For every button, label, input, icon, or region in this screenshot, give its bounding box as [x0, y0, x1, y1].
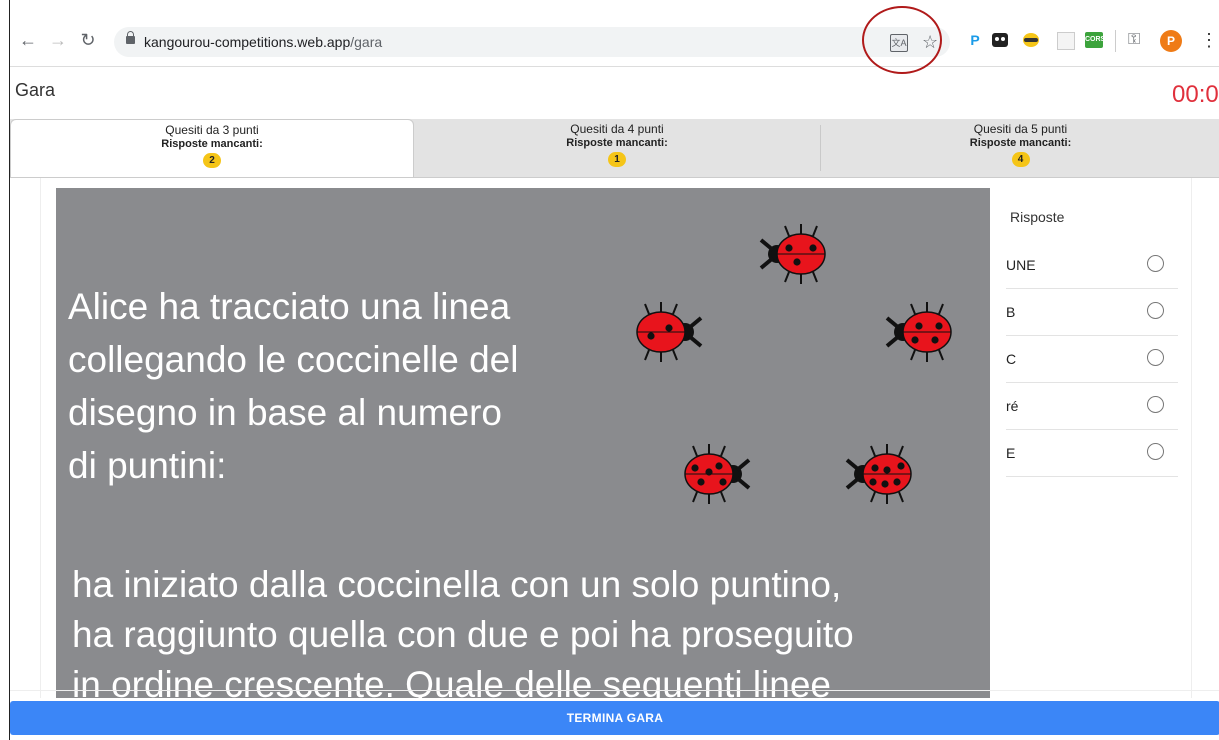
extension-blank-icon[interactable] [1057, 32, 1075, 50]
ladybug-icon [684, 444, 751, 504]
tab-5-points[interactable]: Quesiti da 5 punti Risposte mancanti: 4 [821, 119, 1219, 177]
answer-radio[interactable] [1147, 443, 1164, 460]
reload-icon[interactable]: ↻ [78, 30, 98, 50]
finish-competition-button[interactable]: TERMINA GARA [10, 701, 1219, 735]
ladybug-icon [845, 444, 912, 504]
ladybug-icon [759, 224, 826, 284]
extension-mask-icon[interactable] [990, 30, 1010, 50]
tab-3-points[interactable]: Quesiti da 3 punti Risposte mancanti: 2 [10, 119, 414, 177]
points-tabs: Quesiti da 3 punti Risposte mancanti: 2 … [10, 119, 1219, 178]
tab-4-points[interactable]: Quesiti da 4 punti Risposte mancanti: 1 [414, 119, 820, 177]
lock-icon [126, 31, 135, 44]
answer-option-b[interactable]: B [1006, 289, 1178, 336]
answer-option-a[interactable]: UNE [1006, 242, 1178, 289]
tab-missing-label: Risposte mancanti: [566, 137, 668, 149]
url-host: kangourou-competitions.web.app [144, 34, 351, 50]
tab-title: Quesiti da 5 punti [973, 122, 1068, 136]
question-text-body: ha iniziato dalla coccinella con un solo… [72, 564, 854, 698]
missing-count-badge: 2 [203, 153, 221, 168]
question-text-intro: Alice ha tracciato una linea collegando … [68, 286, 519, 486]
missing-count-badge: 1 [608, 152, 626, 167]
answer-radio[interactable] [1147, 302, 1164, 319]
extension-cors-icon[interactable]: CORS [1085, 32, 1105, 48]
tab-title: Quesiti da 4 punti [570, 122, 664, 136]
extension-glasses-icon[interactable] [1023, 33, 1039, 47]
answer-radio[interactable] [1147, 349, 1164, 366]
ladybug-icon [636, 302, 703, 362]
answer-label: ré [1006, 398, 1019, 414]
answer-radio[interactable] [1147, 396, 1164, 413]
profile-avatar[interactable]: P [1160, 30, 1182, 52]
footer-divider [10, 690, 1219, 691]
answer-option-d[interactable]: ré [1006, 383, 1178, 430]
tab-missing-label: Risposte mancanti: [161, 138, 263, 150]
question-image: Alice ha tracciato una linea collegando … [56, 188, 990, 698]
back-arrow-icon[interactable]: ← [18, 30, 38, 50]
timer: 00:00 [1172, 81, 1219, 108]
key-icon[interactable]: ⚿ [1128, 30, 1140, 50]
tab-missing-label: Risposte mancanti: [969, 137, 1072, 149]
answer-label: E [1006, 445, 1016, 461]
tab-title: Quesiti da 3 punti [165, 123, 259, 137]
answer-label: B [1006, 304, 1016, 320]
answer-label: UNE [1006, 257, 1036, 273]
browser-toolbar: ← → ↻ kangourou-competitions.web.app/gar… [10, 0, 1219, 74]
extension-p-icon[interactable]: P [968, 30, 982, 50]
highlight-circle [862, 6, 942, 74]
answers-title: Risposte [1010, 209, 1065, 225]
ladybug-icon [885, 302, 952, 362]
answer-radio[interactable] [1147, 255, 1164, 272]
answer-label: C [1006, 351, 1017, 367]
url-path: /gara [350, 34, 383, 50]
url-text[interactable]: kangourou-competitions.web.app/gara [144, 34, 382, 50]
missing-count-badge: 4 [1011, 152, 1030, 167]
forward-arrow-icon[interactable]: → [48, 30, 68, 50]
answer-option-c[interactable]: C [1006, 336, 1178, 383]
toolbar-separator [1115, 30, 1116, 52]
more-menu-icon[interactable]: ⋮ [1200, 30, 1218, 50]
address-bar[interactable]: kangourou-competitions.web.app/gara 文A ☆ [114, 27, 950, 57]
page-title: Gara [15, 80, 56, 100]
browser-window: ← → ↻ kangourou-competitions.web.app/gar… [9, 0, 1219, 740]
answer-option-e[interactable]: E [1006, 430, 1178, 477]
